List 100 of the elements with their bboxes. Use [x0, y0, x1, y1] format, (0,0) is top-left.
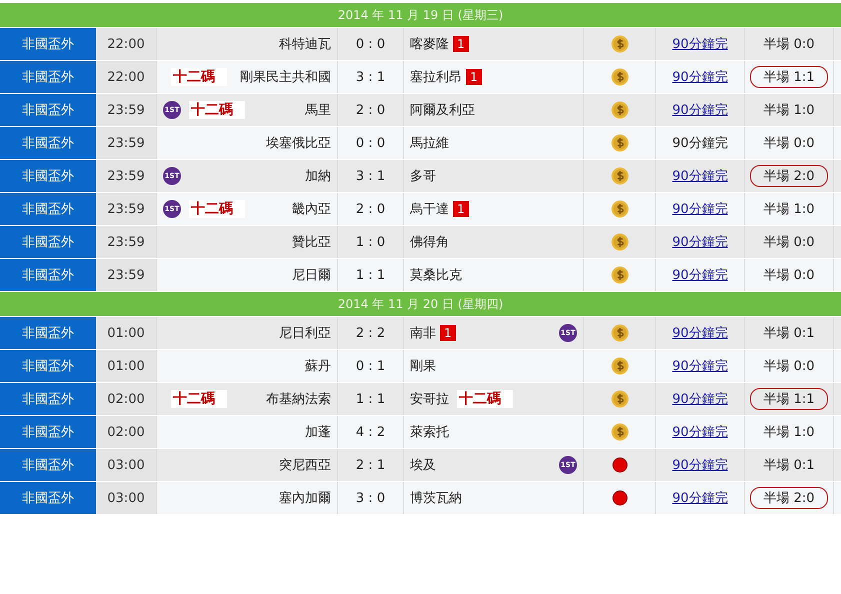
time-cell: 23:59 [96, 259, 157, 291]
league-cell: 非國盃外 [0, 259, 96, 291]
half-time-score: 半場 1:0 [762, 102, 816, 120]
time-cell: 01:00 [96, 350, 157, 382]
full-time-link[interactable]: 90分鐘完 [672, 390, 728, 408]
score: 3 : 0 [356, 490, 386, 506]
time-cell: 02:00 [96, 383, 157, 415]
home-team: 加蓬 [305, 424, 331, 441]
score: 1 : 0 [356, 234, 386, 250]
date-header: 2014 年 11 月 20 日 (星期四) [0, 292, 841, 317]
home-team: 科特迪瓦 [279, 36, 331, 53]
league-cell: 非國盃外 [0, 416, 96, 448]
score: 1 : 1 [356, 392, 386, 406]
league-cell: 非國盃外 [0, 193, 96, 225]
time-cell: 23:59 [96, 226, 157, 258]
league-cell: 非國盃外 [0, 482, 96, 514]
full-time-link[interactable]: 90分鐘完 [672, 233, 728, 251]
away-team: 喀麥隆 [410, 36, 449, 53]
score: 3 : 1 [356, 168, 386, 184]
score: 4 : 2 [356, 424, 386, 440]
home-team: 蘇丹 [305, 358, 331, 375]
away-team: 莫桑比克 [410, 267, 462, 284]
coin-icon [610, 167, 628, 185]
score: 0 : 0 [356, 36, 386, 52]
time-cell: 23:59 [96, 127, 157, 159]
coin-icon [610, 324, 628, 342]
full-time-link[interactable]: 90分鐘完 [672, 35, 728, 53]
score: 3 : 1 [356, 70, 386, 84]
full-time-link[interactable]: 90分鐘完 [672, 324, 728, 342]
away-team: 萊索托 [410, 424, 449, 441]
league-cell: 非國盃外 [0, 317, 96, 349]
full-time-link[interactable]: 90分鐘完 [672, 101, 728, 119]
league-cell: 非國盃外 [0, 160, 96, 192]
penalty-note: 十二碼 [189, 200, 245, 218]
home-team: 突尼西亞 [279, 457, 331, 474]
home-team: 塞內加爾 [279, 490, 331, 507]
half-time-score: 半場 2:0 [750, 165, 828, 187]
coin-icon [610, 101, 628, 119]
league-cell: 非國盃外 [0, 28, 96, 60]
penalty-note: 十二碼 [171, 68, 227, 86]
home-team: 布基納法索 [266, 391, 331, 408]
time-cell: 23:59 [96, 160, 157, 192]
score: 1 : 1 [356, 268, 386, 282]
time-cell: 01:00 [96, 317, 157, 349]
time-cell: 23:59 [96, 94, 157, 126]
card-count: 1 [453, 36, 469, 52]
home-team: 馬里 [305, 102, 331, 119]
coin-icon [610, 68, 628, 86]
coin-icon [610, 35, 628, 53]
away-team: 博茨瓦納 [410, 490, 462, 507]
away-team: 安哥拉 [410, 391, 449, 408]
full-time-link[interactable]: 90分鐘完 [672, 167, 728, 185]
coin-icon [610, 423, 628, 441]
coin-icon [610, 233, 628, 251]
away-team: 剛果 [410, 358, 436, 375]
league-cell: 非國盃外 [0, 449, 96, 481]
league-cell: 非國盃外 [0, 61, 96, 93]
away-team: 埃及 [410, 457, 436, 474]
full-time-link[interactable]: 90分鐘完 [672, 456, 728, 474]
coin-icon [610, 390, 628, 408]
full-time-link[interactable]: 90分鐘完 [672, 423, 728, 441]
time-cell: 22:00 [96, 61, 157, 93]
card-count: 1 [466, 69, 482, 85]
half-time-score: 半場 0:0 [762, 267, 816, 285]
half-time-score: 半場 0:0 [762, 234, 816, 252]
time-cell: 02:00 [96, 416, 157, 448]
coin-icon [610, 200, 628, 218]
away-team: 佛得角 [410, 234, 449, 251]
score: 2 : 0 [356, 202, 386, 216]
score: 2 : 0 [356, 102, 386, 118]
full-time-link[interactable]: 90分鐘完 [672, 489, 728, 507]
away-team: 塞拉利昂 [410, 69, 462, 86]
full-time-link[interactable]: 90分鐘完 [672, 357, 728, 375]
score: 0 : 0 [356, 136, 386, 150]
half-time-score: 半場 0:1 [762, 457, 816, 475]
full-time-link[interactable]: 90分鐘完 [672, 68, 728, 86]
home-team: 尼日利亞 [279, 325, 331, 342]
away-team: 多哥 [410, 168, 436, 185]
away-team: 阿爾及利亞 [410, 102, 475, 119]
full-time-link[interactable]: 90分鐘完 [672, 200, 728, 218]
half-time-score: 半場 0:0 [762, 36, 816, 54]
half-time-score: 半場 1:1 [750, 66, 828, 88]
time-cell: 23:59 [96, 193, 157, 225]
league-cell: 非國盃外 [0, 94, 96, 126]
league-cell: 非國盃外 [0, 350, 96, 382]
penalty-note: 十二碼 [171, 390, 227, 408]
half-time-score: 半場 0:0 [762, 358, 816, 376]
home-team: 剛果民主共和國 [240, 69, 331, 86]
time-cell: 22:00 [96, 28, 157, 60]
away-team: 馬拉維 [410, 135, 449, 152]
half-time-score: 半場 1:0 [762, 201, 816, 219]
league-cell: 非國盃外 [0, 383, 96, 415]
coin-icon [610, 134, 628, 152]
full-time-status: 90分鐘完 [672, 135, 728, 152]
dot-icon [612, 490, 628, 506]
time-cell: 03:00 [96, 482, 157, 514]
half-time-score: 半場 0:0 [762, 135, 816, 153]
full-time-link[interactable]: 90分鐘完 [672, 266, 728, 284]
away-team: 烏干達 [410, 201, 449, 218]
home-team: 埃塞俄比亞 [266, 135, 331, 152]
